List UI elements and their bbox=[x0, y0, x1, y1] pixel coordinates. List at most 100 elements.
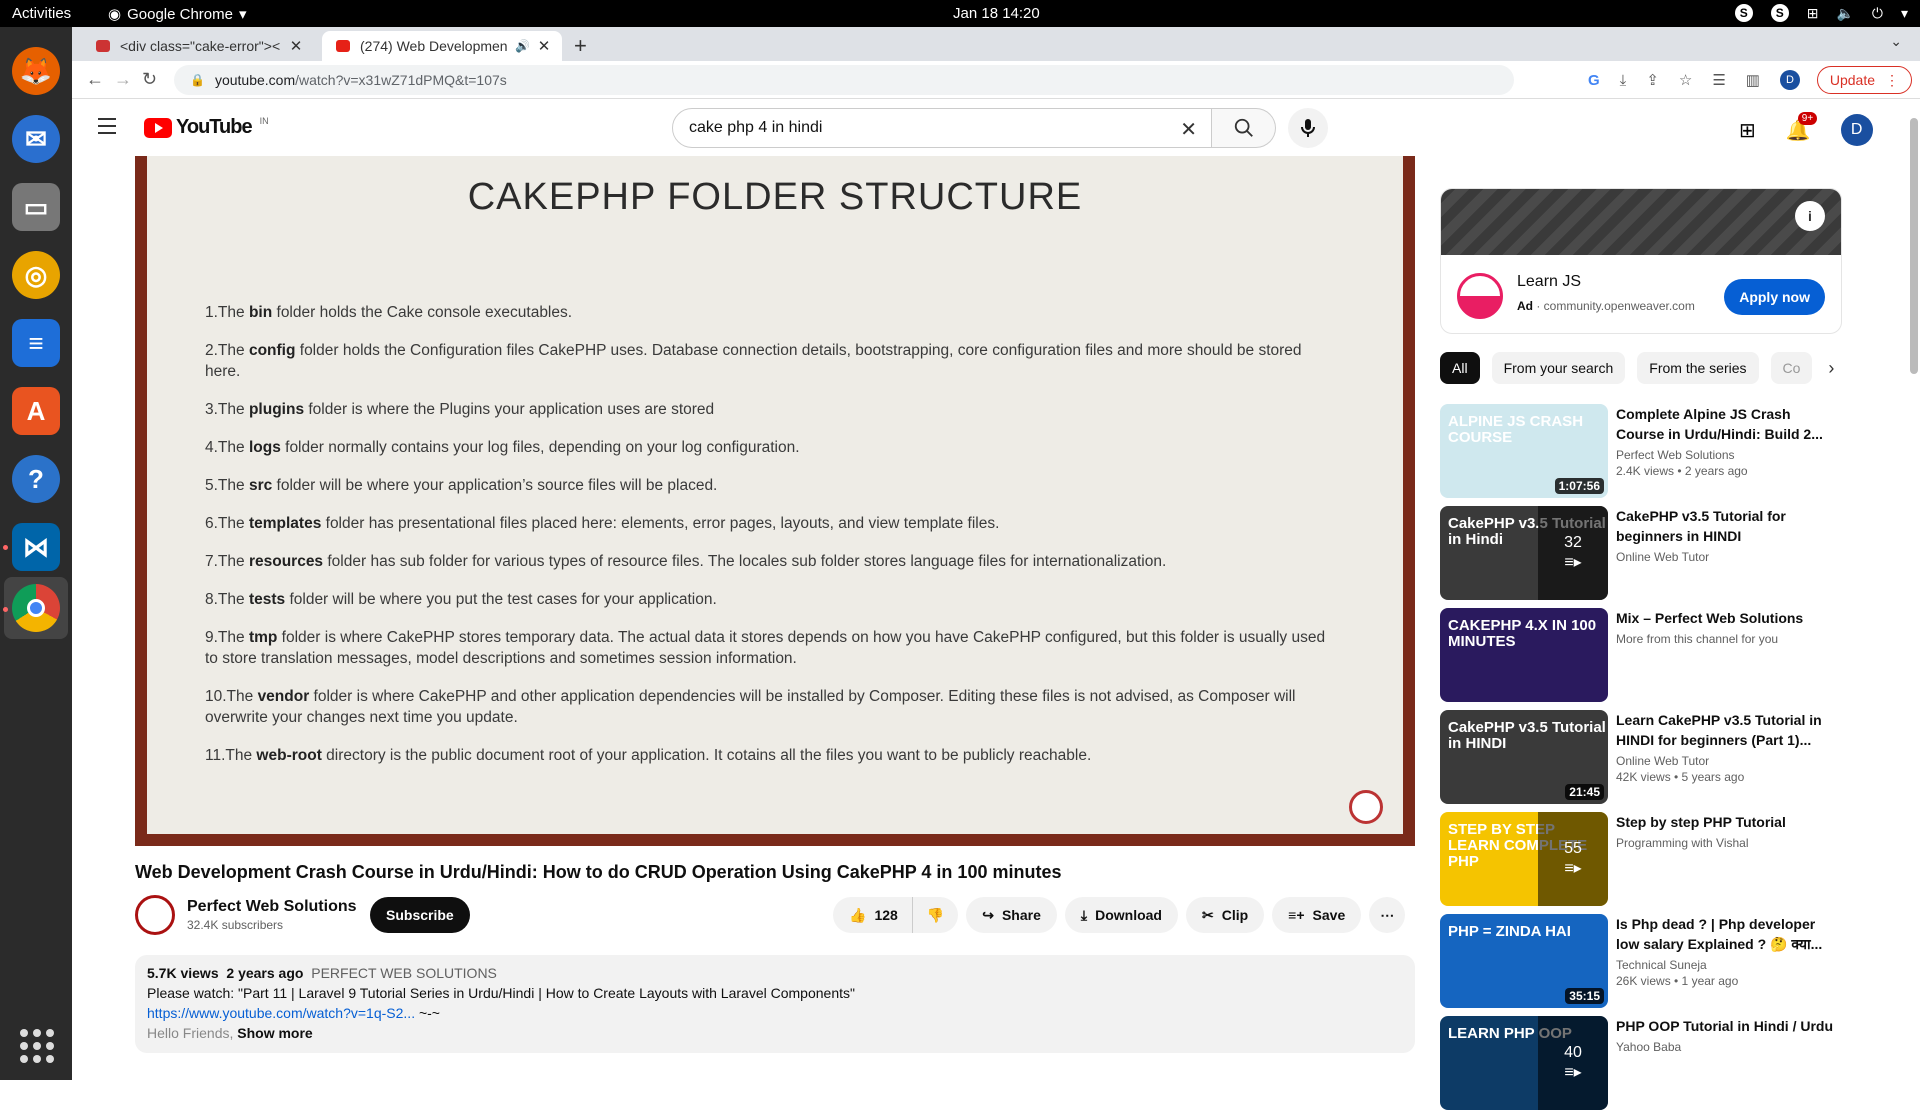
recommendation-item[interactable]: STEP BY STEP LEARN COMPLETE PHP 55 ≡▸ Step … bbox=[1440, 812, 1840, 906]
system-tray[interactable]: S S ⊞ 🔈 ⏻ ▾ bbox=[1734, 4, 1908, 22]
help-icon[interactable]: ? bbox=[12, 455, 60, 503]
recommendation-item[interactable]: CAKEPHP 4.X IN 100 MINUTES Mix – Perfect … bbox=[1440, 608, 1840, 702]
profile-avatar[interactable]: D bbox=[1779, 70, 1800, 90]
more-actions-button[interactable]: ⋯ bbox=[1369, 897, 1406, 933]
recommendation-meta: 26K views • 1 year ago bbox=[1616, 974, 1739, 988]
voice-search-button[interactable] bbox=[1288, 108, 1328, 148]
recommendation-channel[interactable]: Yahoo Baba bbox=[1616, 1040, 1836, 1054]
like-button[interactable]: 👍 128 bbox=[833, 897, 912, 933]
clear-icon[interactable]: ✕ bbox=[1180, 117, 1197, 142]
recommendation-channel[interactable]: Programming with Vishal bbox=[1616, 836, 1836, 850]
chip-from-your-search[interactable]: From your search bbox=[1491, 352, 1626, 384]
recommendation-title[interactable]: Complete Alpine JS Crash Course in Urdu/… bbox=[1616, 404, 1836, 444]
ad-card[interactable]: i Learn JS Ad · community.openweaver.com… bbox=[1440, 188, 1842, 334]
install-icon[interactable]: ⤓ bbox=[1620, 72, 1627, 89]
search-button[interactable] bbox=[1212, 108, 1276, 148]
recommendation-item[interactable]: LEARN PHP OOP 40 ≡▸ PHP OOP Tutorial in Hin… bbox=[1440, 1016, 1840, 1110]
close-icon[interactable]: ✕ bbox=[288, 37, 304, 55]
recommendation-title[interactable]: Learn CakePHP v3.5 Tutorial in HINDI for… bbox=[1616, 710, 1836, 750]
address-bar[interactable]: 🔒 youtube.com/watch?v=x31wZ71dPMQ&t=107s bbox=[174, 65, 1514, 95]
clock[interactable]: Jan 18 14:20 bbox=[953, 5, 1040, 22]
recommendation-title[interactable]: Mix – Perfect Web Solutions bbox=[1616, 608, 1836, 628]
firefox-icon[interactable]: 🦊 bbox=[12, 47, 60, 95]
clip-button[interactable]: ✂ Clip bbox=[1185, 897, 1265, 933]
activities-button[interactable]: Activities bbox=[12, 5, 71, 22]
show-apps-icon[interactable] bbox=[20, 1029, 54, 1063]
video-thumbnail[interactable]: ALPINE JS CRASH COURSE 1:07:56 bbox=[1440, 404, 1608, 498]
recommendation-item[interactable]: ALPINE JS CRASH COURSE 1:07:56 Complete Al… bbox=[1440, 404, 1840, 498]
rhythmbox-icon[interactable]: ◎ bbox=[12, 251, 60, 299]
description-box[interactable]: 5.7K views 2 years ago PERFECT WEB SOLUT… bbox=[135, 955, 1415, 1053]
lock-icon[interactable]: 🔒 bbox=[190, 73, 205, 87]
thunderbird-icon[interactable]: ✉ bbox=[12, 115, 60, 163]
chip-all[interactable]: All bbox=[1440, 352, 1480, 384]
recommendation-item[interactable]: CakePHP v3.5 Tutorial in HINDI 21:45 Learn… bbox=[1440, 710, 1840, 804]
subscribe-button[interactable]: Subscribe bbox=[370, 897, 470, 933]
vscode-icon[interactable]: ⋈ bbox=[12, 523, 60, 571]
save-button[interactable]: ≡+ Save bbox=[1272, 897, 1362, 933]
dislike-button[interactable]: 👎 bbox=[911, 897, 959, 933]
close-icon[interactable]: ✕ bbox=[536, 37, 552, 55]
files-icon[interactable]: ▭ bbox=[12, 183, 60, 231]
new-tab-button[interactable]: + bbox=[574, 33, 587, 59]
recommendation-item[interactable]: CakePHP v3.5 Tutorial in Hindi 32 ≡▸ CakePH… bbox=[1440, 506, 1840, 600]
recommendation-item[interactable]: PHP = ZINDA HAI 35:15 Is Php dead ? | Php … bbox=[1440, 914, 1840, 1008]
create-video-icon[interactable]: ⊞ bbox=[1739, 118, 1756, 143]
video-thumbnail[interactable]: STEP BY STEP LEARN COMPLETE PHP 55 ≡▸ bbox=[1440, 812, 1608, 906]
speaker-icon[interactable]: 🔊 bbox=[515, 39, 530, 53]
video-thumbnail[interactable]: CakePHP v3.5 Tutorial in Hindi 32 ≡▸ bbox=[1440, 506, 1608, 600]
writer-icon[interactable]: ≡ bbox=[12, 319, 60, 367]
share-icon[interactable]: ⇪ bbox=[1646, 71, 1659, 89]
tab-search-icon[interactable]: ⌄ bbox=[1890, 33, 1902, 50]
channel-watermark[interactable] bbox=[1349, 790, 1383, 824]
reading-list-icon[interactable]: ☰ bbox=[1712, 71, 1725, 89]
download-button[interactable]: ⤓ Download bbox=[1064, 897, 1178, 933]
account-avatar[interactable]: D bbox=[1840, 114, 1873, 146]
view-count: 5.7K views bbox=[147, 965, 219, 981]
apply-now-button[interactable]: Apply now bbox=[1724, 279, 1825, 315]
description-link[interactable]: https://www.youtube.com/watch?v=1q-S2... bbox=[147, 1005, 415, 1021]
playlist-overlay: 32 ≡▸ bbox=[1538, 506, 1608, 600]
tab-youtube[interactable]: (274) Web Developmen 🔊 ✕ bbox=[322, 31, 562, 61]
video-player[interactable]: CAKEPHP FOLDER STRUCTURE 1.The bin folde… bbox=[135, 156, 1415, 846]
google-lens-icon[interactable]: G bbox=[1588, 72, 1600, 89]
tab-cake-error[interactable]: <div class="cake-error">< ✕ bbox=[82, 31, 314, 61]
chevron-right-icon[interactable]: › bbox=[1828, 358, 1834, 379]
recommendation-title[interactable]: Step by step PHP Tutorial bbox=[1616, 812, 1836, 832]
recommendation-channel[interactable]: Online Web Tutor bbox=[1616, 550, 1836, 564]
side-panel-icon[interactable]: ▥ bbox=[1746, 71, 1760, 89]
share-button[interactable]: ↪ Share bbox=[966, 897, 1057, 933]
software-icon[interactable]: A bbox=[12, 387, 60, 435]
chrome-dock-icon[interactable] bbox=[12, 584, 60, 632]
video-thumbnail[interactable]: LEARN PHP OOP 40 ≡▸ bbox=[1440, 1016, 1608, 1110]
channel-avatar[interactable] bbox=[135, 895, 175, 935]
recommendation-title[interactable]: CakePHP v3.5 Tutorial for beginners in H… bbox=[1616, 506, 1836, 546]
bookmark-star-icon[interactable]: ☆ bbox=[1679, 71, 1692, 89]
app-menu[interactable]: ◉ Google Chrome ▾ bbox=[108, 5, 247, 24]
recommendation-title[interactable]: Is Php dead ? | Php developer low salary… bbox=[1616, 914, 1836, 954]
recommendation-channel[interactable]: More from this channel for you bbox=[1616, 632, 1836, 646]
video-thumbnail[interactable]: PHP = ZINDA HAI 35:15 bbox=[1440, 914, 1608, 1008]
recommendation-channel[interactable]: Online Web Tutor bbox=[1616, 754, 1836, 768]
show-more-button[interactable]: Show more bbox=[237, 1025, 312, 1041]
channel-name[interactable]: Perfect Web Solutions bbox=[187, 898, 357, 916]
update-button[interactable]: Update ⋮ bbox=[1816, 66, 1912, 94]
recommendation-title[interactable]: PHP OOP Tutorial in Hindi / Urdu bbox=[1616, 1016, 1836, 1036]
forward-icon[interactable]: → bbox=[114, 69, 132, 90]
ad-title[interactable]: Learn JS bbox=[1517, 273, 1581, 291]
chip-from-the-series[interactable]: From the series bbox=[1637, 352, 1759, 384]
back-icon[interactable]: ← bbox=[86, 69, 104, 90]
video-thumbnail[interactable]: CAKEPHP 4.X IN 100 MINUTES bbox=[1440, 608, 1608, 702]
scrollbar[interactable] bbox=[1910, 118, 1918, 374]
youtube-logo[interactable]: YouTube IN bbox=[144, 116, 269, 139]
recommendation-channel[interactable]: Perfect Web Solutions bbox=[1616, 448, 1836, 462]
chip-partial[interactable]: Co bbox=[1770, 352, 1813, 384]
video-thumbnail[interactable]: CakePHP v3.5 Tutorial in HINDI 21:45 bbox=[1440, 710, 1608, 804]
hamburger-menu-icon[interactable] bbox=[98, 118, 116, 139]
recommendation-channel[interactable]: Technical Suneja bbox=[1616, 958, 1836, 972]
channel-tag[interactable]: PERFECT WEB SOLUTIONS bbox=[311, 965, 497, 981]
notifications-button[interactable]: 🔔 9+ bbox=[1786, 111, 1818, 143]
info-icon[interactable]: i bbox=[1795, 201, 1825, 231]
reload-icon[interactable]: ↻ bbox=[142, 69, 157, 90]
search-input[interactable]: cake php 4 in hindi ✕ bbox=[672, 108, 1212, 148]
